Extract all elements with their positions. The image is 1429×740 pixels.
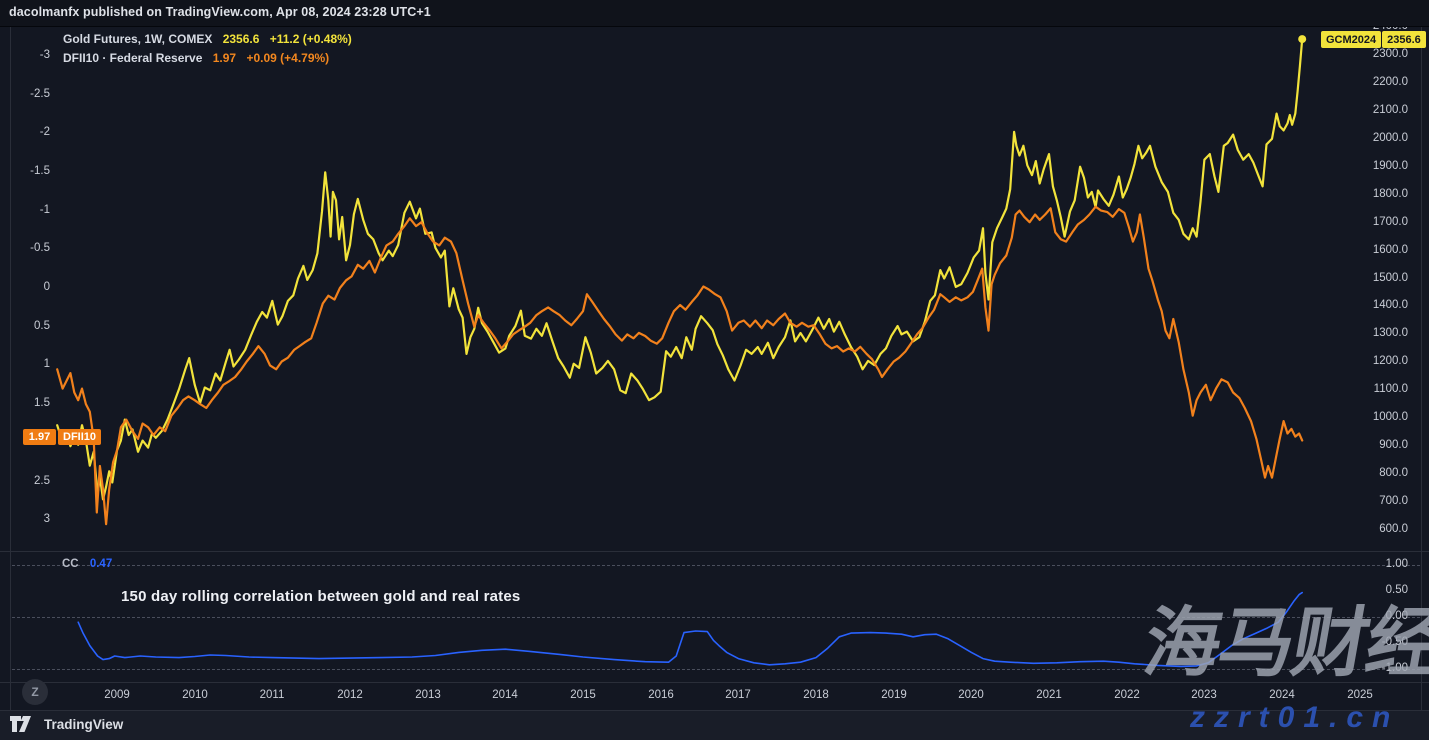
legend-row-dfii[interactable]: DFII10 · Federal Reserve 1.97 +0.09 (+4.…: [63, 49, 352, 68]
gold-price-tick-label: 1900.0: [1340, 160, 1408, 172]
gold-price-tick-label: 1100.0: [1340, 383, 1408, 395]
gold-price-tick-label: 800.0: [1340, 467, 1408, 479]
real-yield-tick-label: -1.5: [0, 165, 50, 177]
gold-price-tick-label: 2100.0: [1340, 104, 1408, 116]
tradingview-brand-text: TradingView: [44, 717, 123, 732]
real-yield-tick-label: -1: [0, 204, 50, 216]
cc-indicator-label[interactable]: CC: [62, 558, 79, 570]
year-tick-label[interactable]: 2010: [169, 689, 221, 701]
dfii-value-tag: 1.97: [23, 429, 56, 445]
gold-price-tick-label: 1800.0: [1340, 188, 1408, 200]
gold-price-tick-label: 2000.0: [1340, 132, 1408, 144]
year-tick-label[interactable]: 2014: [479, 689, 531, 701]
site-watermark-cjk: 海马财经: [1138, 606, 1429, 682]
gold-price-tick-label: 1600.0: [1340, 244, 1408, 256]
gold-price-tick-label: 2300.0: [1340, 48, 1408, 60]
year-tick-label[interactable]: 2018: [790, 689, 842, 701]
real-yield-tick-label: 0: [0, 281, 50, 293]
gold-last-point-marker: [1298, 35, 1306, 43]
dfii-last-value: 1.97: [213, 51, 236, 65]
dfii-change: +0.09 (+4.79%): [246, 51, 329, 65]
gold-series-line: [57, 39, 1302, 499]
year-tick-label[interactable]: 2016: [635, 689, 687, 701]
real-yield-tick-label: 0.5: [0, 320, 50, 332]
gold-price-tick-label: 2200.0: [1340, 76, 1408, 88]
correlation-tick-label: 0.50: [1340, 584, 1408, 596]
gold-price-tick-label: 1300.0: [1340, 327, 1408, 339]
gold-symbol-title[interactable]: Gold Futures, 1W, COMEX: [63, 32, 212, 46]
site-watermark-domain: zzrt01.cn: [1190, 701, 1399, 735]
year-tick-label[interactable]: 2019: [868, 689, 920, 701]
year-tick-label[interactable]: 2012: [324, 689, 376, 701]
real-yield-tick-label: -3: [0, 49, 50, 61]
year-tick-label[interactable]: 2022: [1101, 689, 1153, 701]
dfii-symbol-title[interactable]: DFII10 · Federal Reserve: [63, 51, 202, 65]
dfii-series-line: [57, 207, 1302, 524]
gold-price-tick-label: 700.0: [1340, 495, 1408, 507]
tradingview-logo-icon: [10, 716, 37, 732]
gold-price-tick-label: 600.0: [1340, 523, 1408, 535]
year-tick-label[interactable]: 2011: [246, 689, 298, 701]
gold-price-tick-label: 1700.0: [1340, 216, 1408, 228]
correlation-tick-label: 1.00: [1340, 558, 1408, 570]
year-tick-label[interactable]: 2013: [402, 689, 454, 701]
cc-gridline: [12, 565, 1420, 566]
cc-indicator-value: 0.47: [90, 558, 112, 570]
cc-indicator-legend[interactable]: CC 0.47: [62, 558, 112, 570]
real-yield-tick-label: 1: [0, 358, 50, 370]
year-tick-label[interactable]: 2020: [945, 689, 997, 701]
year-tick-label[interactable]: 2017: [712, 689, 764, 701]
gold-price-tick-label: 1400.0: [1340, 299, 1408, 311]
gold-price-tag: GCM2024 2356.6: [1321, 31, 1426, 48]
chart-legend: Gold Futures, 1W, COMEX 2356.6 +11.2 (+0…: [63, 30, 352, 68]
real-yield-tick-label: -0.5: [0, 242, 50, 254]
real-yield-tick-label: -2.5: [0, 88, 50, 100]
gold-contract-label: GCM2024: [1321, 31, 1381, 48]
gold-price-tick-label: 1200.0: [1340, 355, 1408, 367]
correlation-annotation: 150 day rolling correlation between gold…: [121, 588, 520, 605]
pane-divider[interactable]: [0, 551, 1429, 552]
gold-change: +11.2 (+0.48%): [270, 32, 352, 46]
real-yield-tick-label: 3: [0, 513, 50, 525]
gold-price-tick-label: 900.0: [1340, 439, 1408, 451]
legend-row-gold[interactable]: Gold Futures, 1W, COMEX 2356.6 +11.2 (+0…: [63, 30, 352, 49]
real-yield-tick-label: 1.5: [0, 397, 50, 409]
year-tick-label[interactable]: 2023: [1178, 689, 1230, 701]
year-tick-label[interactable]: 2009: [91, 689, 143, 701]
real-yield-tick-label: 2.5: [0, 475, 50, 487]
timezone-badge[interactable]: Z: [22, 679, 48, 705]
dfii-symbol-tag: DFII10: [58, 429, 101, 445]
publish-header-bar: dacolmanfx published on TradingView.com,…: [0, 0, 1429, 27]
gold-price-label: 2356.6: [1382, 31, 1426, 48]
year-tick-label[interactable]: 2024: [1256, 689, 1308, 701]
published-byline: dacolmanfx published on TradingView.com,…: [9, 5, 431, 19]
gold-price-tick-label: 1500.0: [1340, 272, 1408, 284]
real-yield-tick-label: -2: [0, 126, 50, 138]
gold-last-price: 2356.6: [223, 32, 260, 46]
tradingview-attribution[interactable]: TradingView: [10, 716, 123, 732]
year-tick-label[interactable]: 2015: [557, 689, 609, 701]
gold-price-tick-label: 1000.0: [1340, 411, 1408, 423]
year-tick-label[interactable]: 2025: [1334, 689, 1386, 701]
year-tick-label[interactable]: 2021: [1023, 689, 1075, 701]
